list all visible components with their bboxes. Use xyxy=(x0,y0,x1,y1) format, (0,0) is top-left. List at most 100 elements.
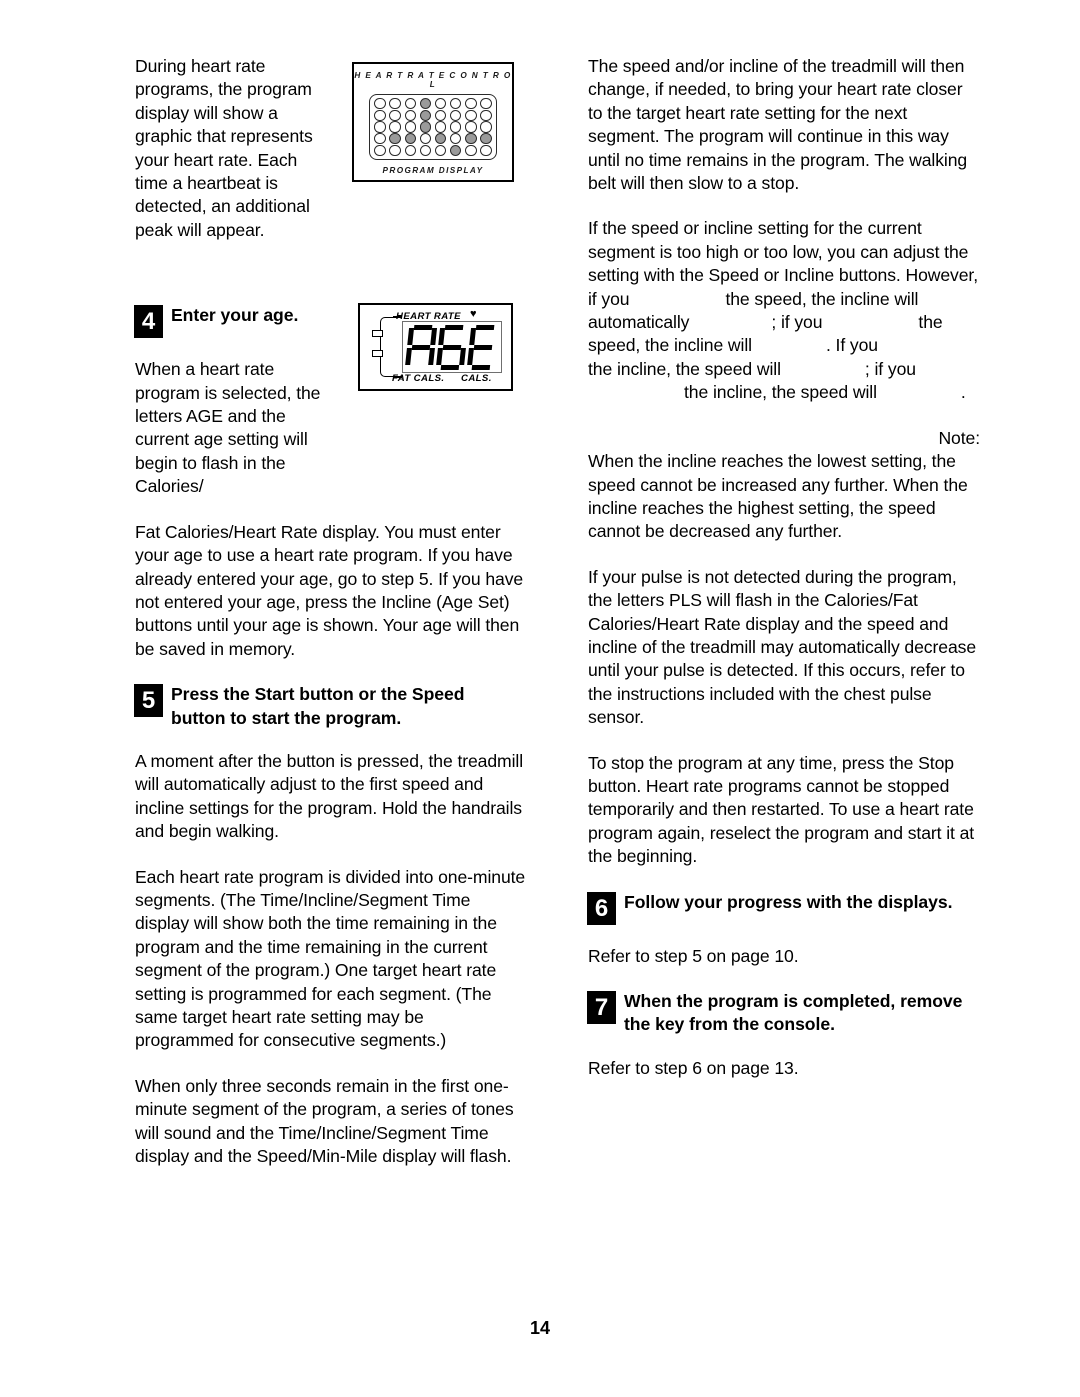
right-paragraph-1: The speed and/or incline of the treadmil… xyxy=(588,56,968,194)
step-6-number: 6 xyxy=(587,891,616,925)
step-5-title-part1: Press the Start button or the Speed xyxy=(171,684,465,705)
dot-r4-c7 xyxy=(480,144,492,157)
dot-r0-c5 xyxy=(449,97,462,110)
step-4-body-wide: Fat Calories/Heart Rate display. You mus… xyxy=(135,521,524,659)
segment-c xyxy=(458,348,466,366)
lcd-digit-0 xyxy=(405,325,438,370)
note-label: Note: xyxy=(938,427,980,448)
dot-r1-c1 xyxy=(389,109,401,121)
adjust-text-6: the incline, the speed will xyxy=(588,358,781,379)
segment-c xyxy=(427,348,435,366)
dot-r1-c2 xyxy=(404,109,416,121)
step-7-number: 7 xyxy=(587,991,616,1024)
dot-r3-c3 xyxy=(419,133,432,145)
segment-g xyxy=(442,344,462,350)
dot-r2-c1 xyxy=(389,121,401,133)
step-7: 7 When the program is completed, remove … xyxy=(587,990,980,1037)
dot-r3-c1 xyxy=(389,133,401,145)
dot-r2-c7 xyxy=(480,121,492,133)
step-4-body-narrow: When a heart rate program is selected, t… xyxy=(135,359,321,497)
segment-e xyxy=(405,348,413,366)
dot-r1-c5 xyxy=(449,109,462,121)
dot-r3-c6 xyxy=(465,133,477,145)
label-cals: CALS. xyxy=(461,373,492,384)
dot-r2-c4 xyxy=(434,121,447,133)
figure-heart-rate-control: H E A R T R A T E C O N T R O L PROGRAM … xyxy=(352,62,514,182)
dot-r2-c0 xyxy=(374,121,386,133)
step-4-number: 4 xyxy=(134,305,163,339)
dot-r1-c7 xyxy=(480,109,492,121)
dot-r0-c3 xyxy=(419,97,432,110)
program-display-dot-grid xyxy=(369,94,497,160)
segment-b xyxy=(430,328,437,346)
segment-a xyxy=(475,325,495,331)
segment-f xyxy=(438,328,446,346)
right-column: The speed and/or incline of the treadmil… xyxy=(587,55,980,1102)
segment-g xyxy=(473,344,493,350)
step-5-title-part2: button to start the program. xyxy=(171,707,402,728)
heart-icon: ♥ xyxy=(470,308,477,320)
dot-r4-c6 xyxy=(465,144,477,157)
step-5-paragraph-2: Each heart rate program is divided into … xyxy=(135,866,526,1051)
dot-r4-c5 xyxy=(449,144,462,157)
adjust-text-3: ; if you xyxy=(771,312,823,333)
dot-r0-c4 xyxy=(434,97,447,110)
manual-page: During heart rate programs, the program … xyxy=(0,0,1080,1397)
dot-r2-c5 xyxy=(449,121,462,133)
segment-f xyxy=(469,328,477,346)
dot-r4-c3 xyxy=(419,144,432,157)
adjust-text-8: the incline, the speed will xyxy=(684,382,877,403)
dot-r3-c5 xyxy=(449,133,462,145)
intro-paragraph: During heart rate programs, the program … xyxy=(135,56,313,240)
lcd-digit-2 xyxy=(467,325,500,370)
dot-r0-c1 xyxy=(389,97,401,110)
dot-r2-c3 xyxy=(419,121,432,133)
dot-r2-c6 xyxy=(465,121,477,133)
lcd-segment-text xyxy=(405,325,500,370)
figure-hrc-caption-top: H E A R T R A T E C O N T R O L xyxy=(354,71,512,89)
step-5-paragraph-3: When only three seconds remain in the fi… xyxy=(135,1075,514,1167)
dot-r2-c2 xyxy=(404,121,416,133)
dot-r3-c2 xyxy=(404,133,416,145)
segment-d xyxy=(440,364,460,370)
step-6-title: Follow your progress with the displays. xyxy=(624,891,953,912)
step-5: 5 Press the Start button or the Speedbut… xyxy=(134,683,527,730)
segment-a xyxy=(444,325,464,331)
adjust-text-2: the speed, the incline will automaticall… xyxy=(588,288,919,333)
dot-r0-c6 xyxy=(465,97,477,110)
dot-r4-c1 xyxy=(389,144,401,157)
segment-f xyxy=(407,328,415,346)
page-number: 14 xyxy=(529,1318,551,1338)
dot-r3-c0 xyxy=(374,133,386,145)
dot-r1-c4 xyxy=(434,109,447,121)
segment-d xyxy=(471,364,491,370)
segment-a xyxy=(413,325,433,331)
left-column: During heart rate programs, the program … xyxy=(134,55,527,1190)
segment-e xyxy=(436,348,444,366)
dot-r3-c4 xyxy=(434,133,447,145)
display-bracket xyxy=(380,317,394,377)
dot-r0-c2 xyxy=(404,97,416,110)
indicator-light-lower xyxy=(372,350,383,357)
figure-hrc-caption-bottom: PROGRAM DISPLAY xyxy=(382,166,484,175)
dot-r4-c4 xyxy=(434,144,447,157)
dot-r1-c0 xyxy=(374,109,386,121)
figure-age-display: HEART RATE ♥ FAT CALS. CALS. xyxy=(358,303,513,391)
step-5-paragraph-1: A moment after the button is pressed, th… xyxy=(135,750,524,842)
adjust-text-7: ; if you xyxy=(864,358,916,379)
dot-r1-c3 xyxy=(419,109,432,121)
step-7-body: Refer to step 6 on page 13. xyxy=(588,1057,799,1078)
segment-e xyxy=(467,348,475,366)
dot-r1-c6 xyxy=(465,109,477,121)
stop-paragraph: To stop the program at any time, press t… xyxy=(588,752,975,867)
adjust-text-9: . xyxy=(960,382,966,403)
lcd-digit-1 xyxy=(436,325,469,370)
adjust-settings-paragraph: If the speed or incline setting for the … xyxy=(588,217,980,404)
adjust-text-5: . If you xyxy=(825,335,878,356)
dot-r0-c7 xyxy=(480,97,492,110)
step-7-title: When the program is completed, remove th… xyxy=(624,991,963,1035)
dot-r4-c0 xyxy=(374,144,386,157)
step-5-title: Press the Start button or the Speedbutto… xyxy=(171,683,527,730)
indicator-light-upper xyxy=(372,330,383,337)
dot-r4-c2 xyxy=(404,144,416,157)
